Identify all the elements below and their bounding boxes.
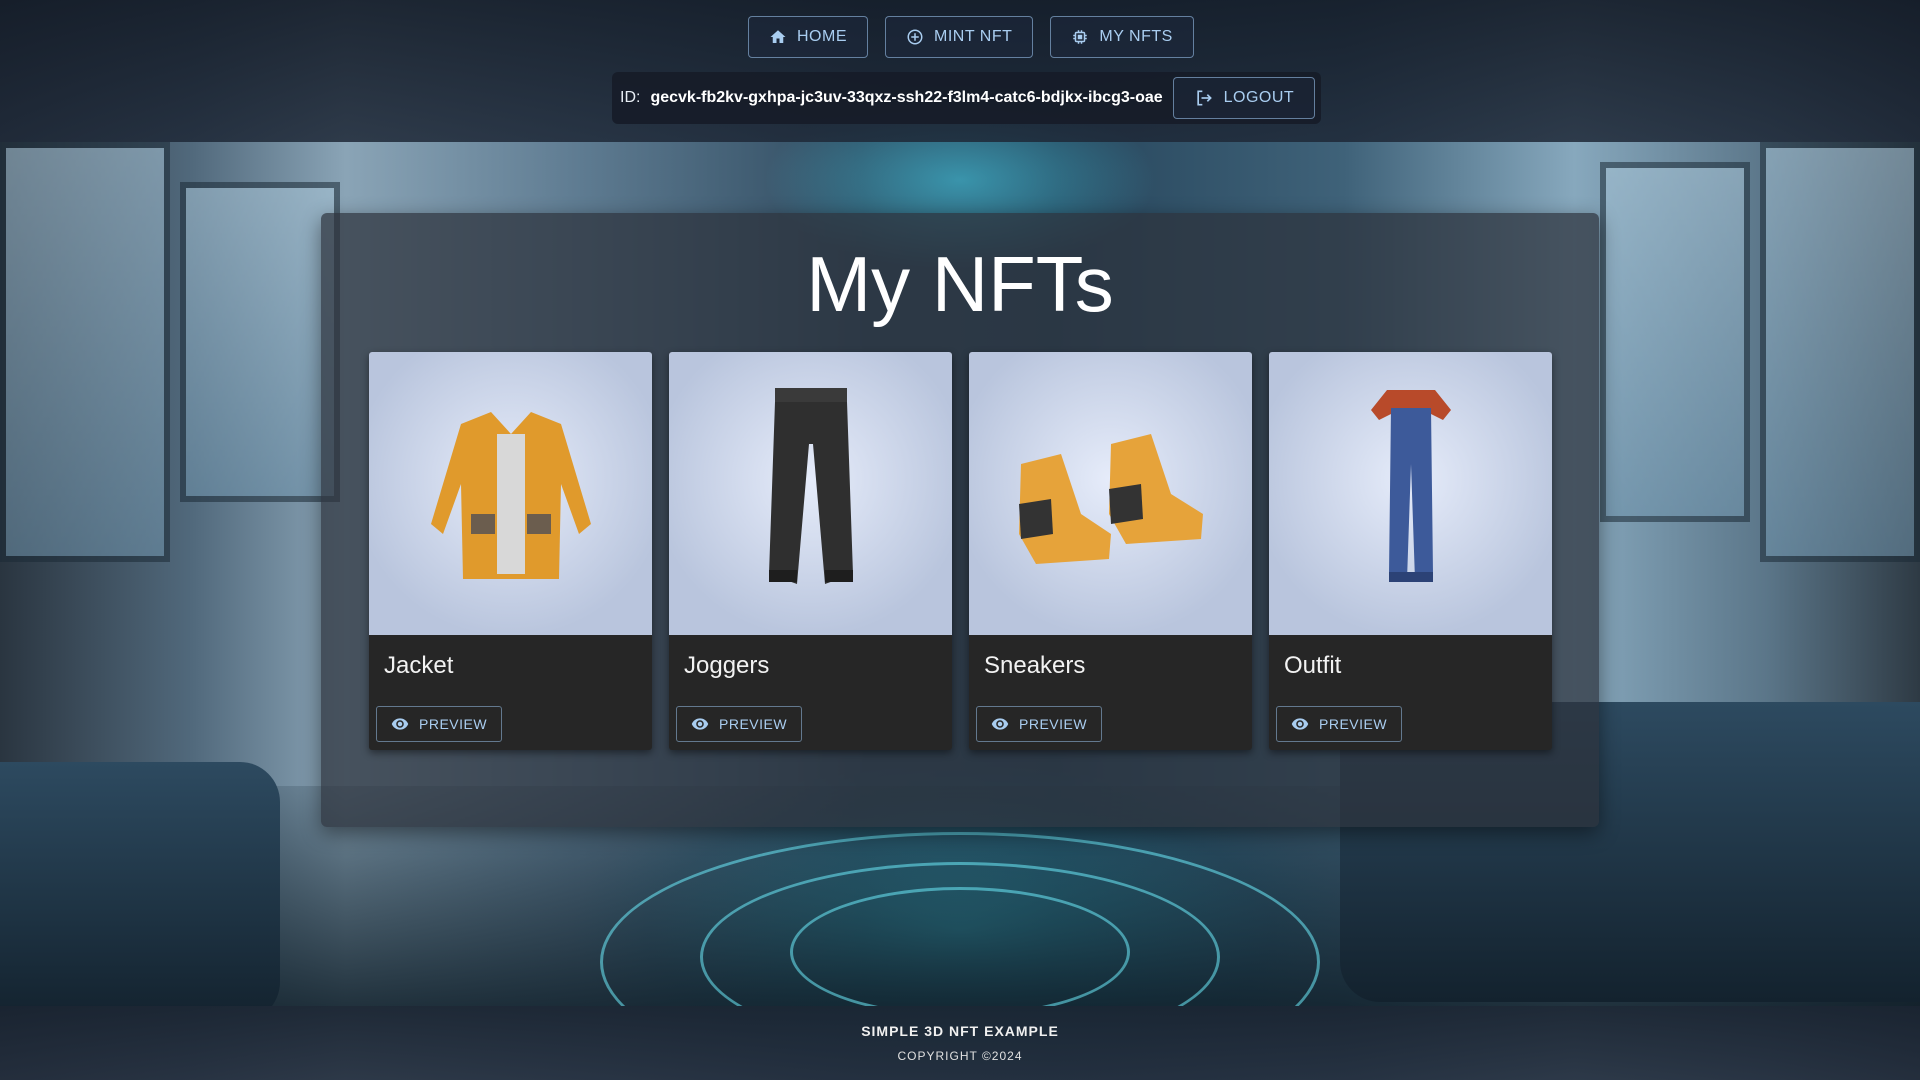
- outfit-image: [1269, 352, 1552, 635]
- preview-button-jacket[interactable]: PREVIEW: [376, 706, 503, 742]
- eye-icon: [391, 718, 409, 730]
- mint-nft-label: MINT NFT: [934, 28, 1013, 45]
- home-button[interactable]: HOME: [748, 16, 868, 58]
- id-label: ID:: [620, 89, 641, 106]
- preview-label: PREVIEW: [719, 716, 788, 732]
- window-left: [0, 142, 170, 562]
- top-bar: HOME MINT NFT MY NFTS ID: gecvk-fb2kv-gx…: [0, 0, 1920, 142]
- my-nfts-panel: My NFTs Jacket PREVIEW Joggers PREVIEW S…: [321, 213, 1599, 827]
- nft-name: Outfit: [1284, 652, 1342, 679]
- preview-label: PREVIEW: [419, 716, 488, 732]
- principal-id-bar: ID: gecvk-fb2kv-gxhpa-jc3uv-33qxz-ssh22-…: [612, 72, 1322, 124]
- window-right: [1600, 162, 1750, 522]
- nft-card-list: Jacket PREVIEW Joggers PREVIEW Sneakers …: [369, 352, 1552, 750]
- preview-button-sneakers[interactable]: PREVIEW: [976, 706, 1103, 742]
- preview-label: PREVIEW: [1019, 716, 1088, 732]
- my-nfts-button[interactable]: MY NFTS: [1050, 16, 1194, 58]
- preview-button-joggers[interactable]: PREVIEW: [676, 706, 803, 742]
- chair-left: [0, 762, 280, 1006]
- sneakers-image: [969, 352, 1252, 635]
- window-left-2: [180, 182, 340, 502]
- nft-card-outfit: Outfit PREVIEW: [1269, 352, 1552, 750]
- nft-name: Joggers: [684, 652, 770, 679]
- eye-icon: [991, 718, 1009, 730]
- footer: SIMPLE 3D NFT EXAMPLE COPYRIGHT ©2024: [0, 1006, 1920, 1080]
- nft-card-jacket: Jacket PREVIEW: [369, 352, 652, 750]
- eye-icon: [1291, 718, 1309, 730]
- footer-copyright: COPYRIGHT ©2024: [897, 1049, 1023, 1063]
- logout-label: LOGOUT: [1223, 89, 1295, 106]
- nft-name: Jacket: [384, 652, 454, 679]
- footer-title: SIMPLE 3D NFT EXAMPLE: [861, 1023, 1059, 1039]
- joggers-image: [669, 352, 952, 635]
- nft-name: Sneakers: [984, 652, 1086, 679]
- home-label: HOME: [797, 28, 847, 45]
- preview-button-outfit[interactable]: PREVIEW: [1276, 706, 1403, 742]
- window-right-2: [1760, 142, 1920, 562]
- page-title: My NFTs: [806, 240, 1114, 328]
- preview-label: PREVIEW: [1319, 716, 1388, 732]
- add-circle-icon: [907, 29, 923, 45]
- logout-icon: [1196, 90, 1212, 106]
- holo-ring-inner: [790, 887, 1130, 1006]
- logout-button[interactable]: LOGOUT: [1172, 77, 1316, 119]
- eye-icon: [691, 718, 709, 730]
- my-nfts-label: MY NFTS: [1099, 28, 1173, 45]
- home-icon: [770, 30, 786, 43]
- chip-icon: [1073, 30, 1088, 44]
- mint-nft-button[interactable]: MINT NFT: [885, 16, 1034, 58]
- main-nav: HOME MINT NFT MY NFTS: [748, 16, 1194, 58]
- nft-card-joggers: Joggers PREVIEW: [669, 352, 952, 750]
- jacket-image: [369, 352, 652, 635]
- principal-id: gecvk-fb2kv-gxhpa-jc3uv-33qxz-ssh22-f3lm…: [650, 89, 1163, 106]
- nft-card-sneakers: Sneakers PREVIEW: [969, 352, 1252, 750]
